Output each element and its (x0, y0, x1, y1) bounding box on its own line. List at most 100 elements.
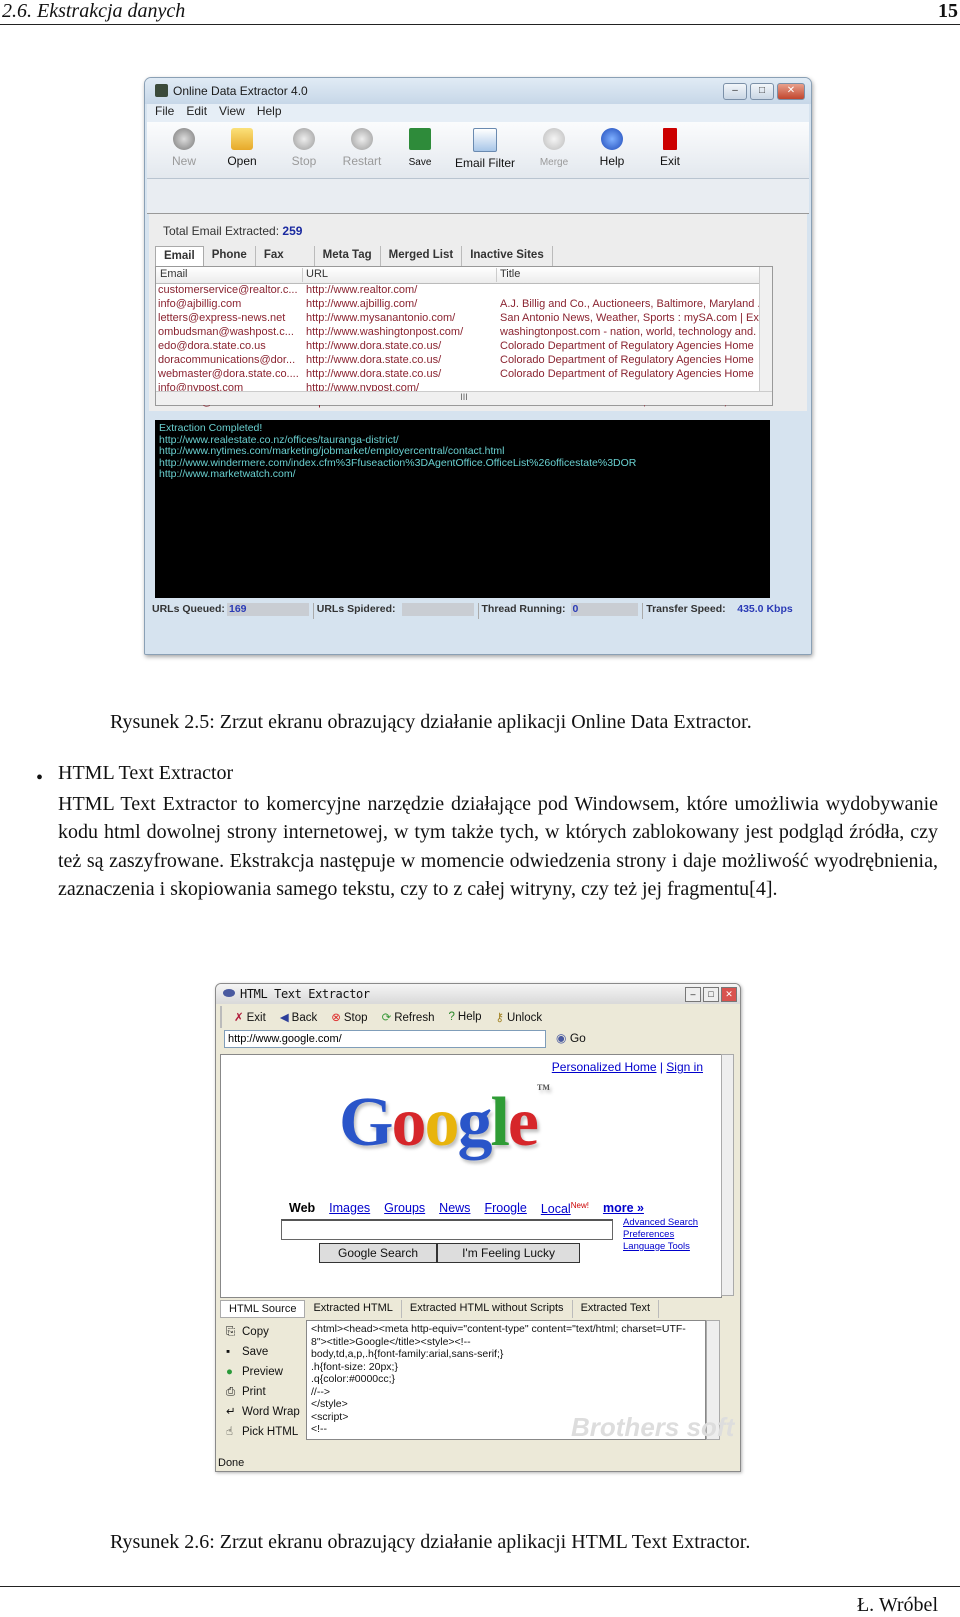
logo-letter: o (391, 1084, 426, 1161)
menu-edit[interactable]: Edit (186, 104, 207, 122)
maximize-button[interactable]: □ (703, 987, 719, 1002)
minimize-button[interactable]: – (685, 987, 701, 1002)
log-line: http://www.marketwatch.com/ (159, 468, 296, 480)
column-url[interactable]: URL (302, 268, 497, 282)
table-row[interactable]: edo@dora.state.co.us http://www.dora.stat… (156, 340, 760, 354)
language-tools-link[interactable]: Language Tools (623, 1241, 698, 1253)
tab-email[interactable]: Email (155, 246, 204, 266)
status-urls-queued: URLs Queued: 169 (149, 603, 314, 619)
folder-open-icon (231, 128, 253, 150)
tab-meta-tag[interactable]: Meta Tag (315, 246, 381, 266)
total-emails: Total Email Extracted: 259 (163, 224, 303, 238)
title-bar: Online Data Extractor 4.0 – □ ✕ (145, 78, 811, 104)
address-input[interactable] (224, 1030, 546, 1048)
cell-title: A.J. Billig and Co., Auctioneers, Baltim… (500, 298, 761, 310)
close-button[interactable]: ✕ (777, 83, 805, 100)
cell-url: http://www.mysanantonio.com/ (306, 312, 456, 324)
window-frame-bottom (145, 623, 811, 654)
help-button[interactable]: ? Help (448, 1011, 481, 1023)
logo-letter: g (457, 1084, 492, 1161)
cell-email: info@ajbillig.com (158, 298, 242, 310)
tab-extracted-html[interactable]: Extracted HTML (305, 1300, 402, 1318)
nav-groups[interactable]: Groups (384, 1201, 425, 1216)
menu-view[interactable]: View (219, 104, 245, 122)
word-wrap-action[interactable]: ↵ Word Wrap (226, 1402, 300, 1422)
save-action[interactable]: ▪ Save (226, 1342, 300, 1362)
stop-button[interactable]: Stop (275, 126, 333, 174)
tab-phone[interactable]: Phone (204, 246, 256, 266)
merge-button[interactable]: Merge (525, 126, 583, 174)
extraction-log: Extraction Completed! http://www.realesta… (155, 420, 770, 598)
back-button[interactable]: ◀ Back (280, 1010, 317, 1024)
advanced-search-link[interactable]: Advanced Search (623, 1217, 698, 1229)
tab-fax[interactable]: Fax (256, 246, 315, 266)
tab-inactive-sites[interactable]: Inactive Sites (462, 246, 553, 266)
vertical-scrollbar[interactable] (759, 267, 772, 391)
email-filter-button[interactable]: Email Filter (447, 126, 523, 174)
google-search-input[interactable] (281, 1219, 613, 1240)
envelope-icon (473, 128, 497, 152)
google-search-button[interactable]: Google Search (319, 1243, 438, 1263)
source-line: </style> (311, 1398, 348, 1410)
exit-icon: ✗ (234, 1012, 244, 1024)
stop-button[interactable]: ⊗ Stop (331, 1010, 367, 1024)
save-button[interactable]: Save (391, 126, 449, 174)
close-button[interactable]: ✕ (721, 987, 737, 1002)
horizontal-scrollbar[interactable]: III (156, 391, 772, 405)
table-row[interactable]: doracommunications@dor... http://www.dora… (156, 354, 760, 368)
new-button[interactable]: New (155, 126, 213, 174)
exit-button[interactable]: Exit (641, 126, 699, 174)
sign-in-link[interactable]: Sign in (666, 1060, 703, 1074)
save-icon: ▪ (226, 1346, 231, 1358)
bullet-marker: • (36, 767, 44, 789)
watermark: Brothers soft (571, 1412, 735, 1442)
restart-button[interactable]: Restart (333, 126, 391, 174)
feeling-lucky-button[interactable]: I'm Feeling Lucky (437, 1243, 581, 1263)
tab-extracted-html-no-scripts[interactable]: Extracted HTML without Scripts (402, 1300, 573, 1318)
browser-scrollbar[interactable] (721, 1054, 734, 1296)
nav-more[interactable]: more » (603, 1201, 644, 1216)
nav-local[interactable]: LocalNew! (541, 1201, 589, 1216)
column-title[interactable]: Title (496, 268, 760, 282)
table-row[interactable]: info@ajbillig.com http://www.ajbillig.com… (156, 298, 760, 312)
table-row[interactable]: ombudsman@washpost.c... http://www.washin… (156, 326, 760, 340)
table-row[interactable]: webmaster@dora.state.co.... http://www.do… (156, 368, 760, 382)
unlock-button[interactable]: ⚷ Unlock (496, 1010, 543, 1024)
help-button[interactable]: Help (583, 126, 641, 174)
nav-images[interactable]: Images (329, 1201, 370, 1216)
header-rule (0, 24, 960, 25)
refresh-button[interactable]: ⟳ Refresh (382, 1010, 435, 1024)
preview-action[interactable]: ● Preview (226, 1362, 300, 1382)
nav-froogle[interactable]: Froogle (484, 1201, 526, 1216)
personalized-home-link[interactable]: Personalized Home (552, 1060, 657, 1074)
status-bar: URLs Queued: 169 URLs Spidered: Thread Ru… (149, 603, 807, 619)
tab-html-source[interactable]: HTML Source (220, 1300, 306, 1318)
save-icon (409, 128, 431, 150)
google-nav: Web Images Groups News Froogle LocalNew!… (289, 1201, 644, 1216)
menu-file[interactable]: File (155, 104, 174, 122)
nav-news[interactable]: News (439, 1201, 470, 1216)
open-button[interactable]: Open (213, 126, 271, 174)
exit-button[interactable]: ✗ Exit (234, 1010, 266, 1024)
google-logo: GoogleTM (339, 1083, 550, 1163)
menu-help[interactable]: Help (257, 104, 282, 122)
go-button[interactable]: ◉ Go (556, 1031, 586, 1045)
maximize-button[interactable]: □ (750, 83, 774, 100)
results-panel: Total Email Extracted: 259 Email Phone F… (149, 214, 807, 411)
figure-caption-2-5: Rysunek 2.5: Zrzut ekranu obrazujący dzi… (110, 711, 752, 733)
html-text-extractor-window: HTML Text Extractor – □ ✕ ✗ Exit ◀ Back ⊗ S… (215, 983, 741, 1472)
tab-merged-list[interactable]: Merged List (381, 246, 463, 266)
preferences-link[interactable]: Preferences (623, 1229, 698, 1241)
print-action[interactable]: ⎙ Print (226, 1382, 300, 1402)
table-row[interactable]: customerservice@realtor.c... http://www.r… (156, 284, 760, 298)
copy-action[interactable]: ⎘ Copy (226, 1322, 300, 1342)
source-line: //--> (311, 1385, 330, 1398)
minimize-button[interactable]: – (723, 83, 747, 100)
results-table: Email URL Title customerservice@realtor.… (155, 266, 773, 408)
table-row[interactable]: letters@express-news.net http://www.mysan… (156, 312, 760, 326)
author-name: Ł. Wróbel (856, 1594, 938, 1616)
pick-html-action[interactable]: ☝ Pick HTML (226, 1422, 300, 1442)
tab-extracted-text[interactable]: Extracted Text (573, 1300, 660, 1318)
column-email[interactable]: Email (156, 268, 303, 282)
print-icon: ⎙ (226, 1386, 236, 1398)
